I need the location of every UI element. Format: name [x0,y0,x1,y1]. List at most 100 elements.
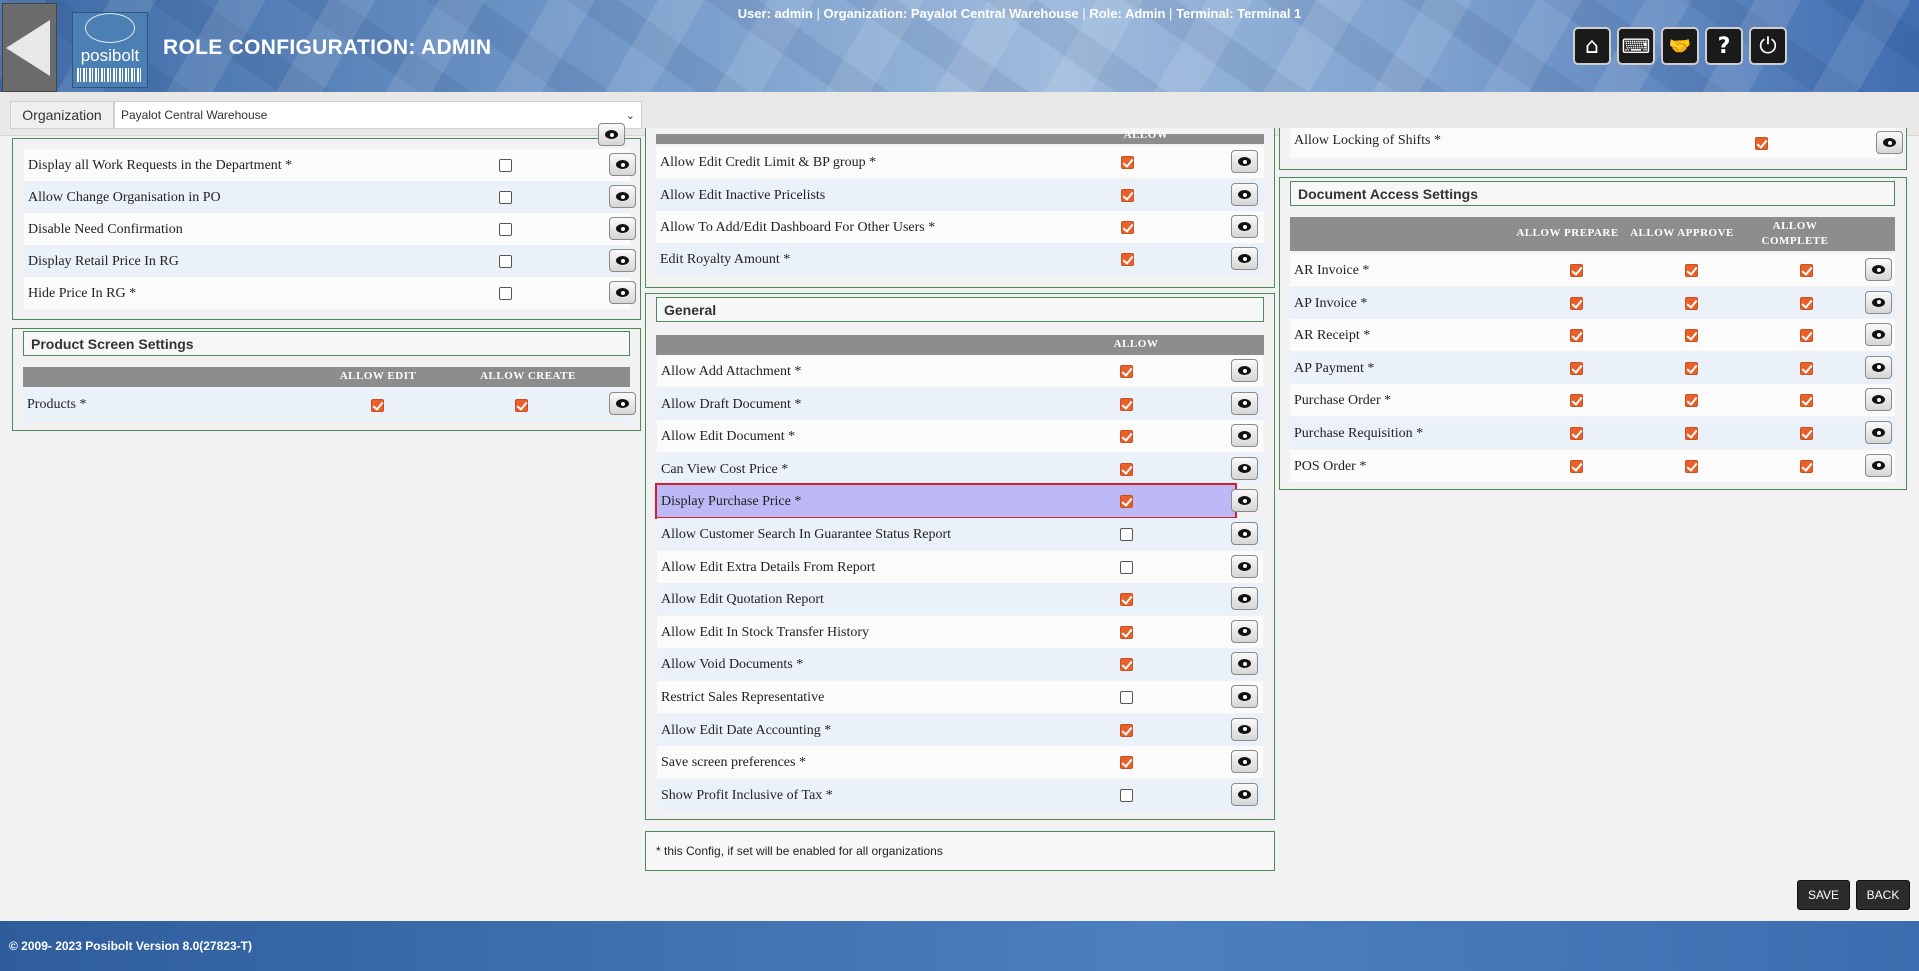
allow-complete-checkbox[interactable] [1800,394,1813,408]
eye-icon[interactable] [609,281,636,304]
allow-prepare-checkbox[interactable] [1570,296,1583,310]
eye-icon[interactable] [1231,619,1258,643]
allow-approve-checkbox[interactable] [1685,427,1698,440]
allow-complete-checkbox[interactable] [1800,329,1813,343]
eye-icon[interactable] [1231,489,1258,513]
row-label: Edit Royalty Amount * [660,252,791,267]
row-label: Allow Edit Inactive Pricelists [660,188,826,203]
eye-icon[interactable] [1231,782,1258,806]
allow-prepare-checkbox[interactable] [1570,361,1583,375]
row-label: POS Order * [1294,458,1367,474]
back-button[interactable]: BACK [1856,880,1910,910]
allow-checkbox[interactable] [1120,397,1133,411]
eye-icon[interactable] [1865,323,1892,347]
eye-icon[interactable] [1865,421,1892,444]
eye-icon[interactable] [1231,456,1258,480]
eye-icon[interactable] [1231,424,1258,448]
separator: | [816,6,820,21]
eye-icon[interactable] [1231,359,1258,382]
eye-icon[interactable] [1231,215,1258,238]
eye-icon[interactable] [1231,150,1258,173]
help-icon[interactable]: ? [1705,27,1743,65]
allow-approve-checkbox[interactable] [1685,459,1698,473]
eye-icon[interactable] [609,392,636,415]
home-icon[interactable]: ⌂ [1573,27,1611,65]
organization-select[interactable]: Payalot Central Warehouse ⌄ [114,101,642,129]
allow-checkbox[interactable] [1121,156,1134,169]
handshake-icon[interactable]: 🤝 [1661,27,1699,65]
eye-icon[interactable] [1231,587,1258,611]
row-label: Allow Change Organisation in PO [28,190,221,205]
keyboard-icon[interactable]: ⌨ [1617,27,1655,65]
eye-icon[interactable] [1865,388,1892,412]
allow-complete-checkbox[interactable] [1800,459,1813,473]
allow-checkbox[interactable] [1120,756,1133,770]
allow-checkbox[interactable] [1120,528,1133,541]
allow-prepare-checkbox[interactable] [1570,459,1583,473]
eye-icon[interactable] [1865,290,1892,314]
eye-icon[interactable] [1231,652,1258,676]
eye-icon[interactable] [1231,717,1258,741]
separator: | [1082,6,1086,21]
eye-icon[interactable] [609,217,636,240]
eye-icon[interactable] [1876,131,1903,154]
row-label: Allow Void Documents * [661,657,804,673]
allow-checkbox[interactable] [499,191,512,204]
eye-icon[interactable] [1231,685,1258,708]
power-icon[interactable]: ⏻ [1749,27,1787,65]
allow-checkbox[interactable] [1121,253,1134,266]
allow-approve-checkbox[interactable] [1685,394,1698,408]
col-allow-approve: ALLOW APPROVE [1630,227,1734,239]
save-button[interactable]: SAVE [1797,880,1850,910]
allow-approve-checkbox[interactable] [1685,264,1698,277]
eye-icon[interactable] [1231,522,1258,545]
allow-approve-checkbox[interactable] [1685,296,1698,310]
allow-approve-checkbox[interactable] [1685,361,1698,375]
allow-complete-checkbox[interactable] [1800,361,1813,375]
allow-checkbox[interactable] [1120,658,1133,672]
eye-icon[interactable] [1231,391,1258,415]
allow-prepare-checkbox[interactable] [1570,264,1583,277]
allow-checkbox[interactable] [1120,495,1133,509]
allow-checkbox[interactable] [1121,221,1134,234]
allow-checkbox[interactable] [1120,788,1133,802]
eye-icon[interactable] [1865,355,1892,379]
allow-checkbox[interactable] [1121,189,1134,202]
allow-checkbox[interactable] [1120,691,1133,704]
allow-edit-checkbox[interactable] [371,399,384,412]
allow-checkbox[interactable] [1120,430,1133,444]
row-label: Allow Edit In Stock Transfer History [661,624,870,640]
table-row: AP Invoice * [1290,286,1895,319]
allow-complete-checkbox[interactable] [1800,427,1813,440]
allow-checkbox[interactable] [1120,625,1133,639]
allow-checkbox[interactable] [1120,462,1133,476]
allow-checkbox[interactable] [1120,593,1133,607]
organization-label: Organization: Payalot Central Warehouse [823,6,1079,21]
allow-create-checkbox[interactable] [515,399,528,412]
allow-checkbox[interactable] [1120,723,1133,737]
eye-icon[interactable] [1231,183,1258,206]
eye-icon[interactable] [609,153,636,176]
allow-prepare-checkbox[interactable] [1570,427,1583,440]
eye-icon[interactable] [598,123,625,146]
eye-icon[interactable] [1231,247,1258,270]
eye-icon[interactable] [1231,750,1258,774]
eye-icon[interactable] [1865,453,1892,477]
eye-icon[interactable] [609,249,636,272]
allow-prepare-checkbox[interactable] [1570,329,1583,343]
allow-checkbox[interactable] [1755,137,1768,150]
eye-icon[interactable] [1231,554,1258,578]
allow-checkbox[interactable] [499,159,512,172]
section-title: General [656,297,1264,322]
allow-prepare-checkbox[interactable] [1570,394,1583,408]
allow-checkbox[interactable] [499,255,512,268]
allow-complete-checkbox[interactable] [1800,296,1813,310]
allow-checkbox[interactable] [1120,560,1133,574]
allow-approve-checkbox[interactable] [1685,329,1698,343]
eye-icon[interactable] [609,185,636,208]
allow-complete-checkbox[interactable] [1800,264,1813,277]
allow-checkbox[interactable] [499,287,512,300]
allow-checkbox[interactable] [1120,365,1133,378]
allow-checkbox[interactable] [499,223,512,236]
eye-icon[interactable] [1865,258,1892,281]
